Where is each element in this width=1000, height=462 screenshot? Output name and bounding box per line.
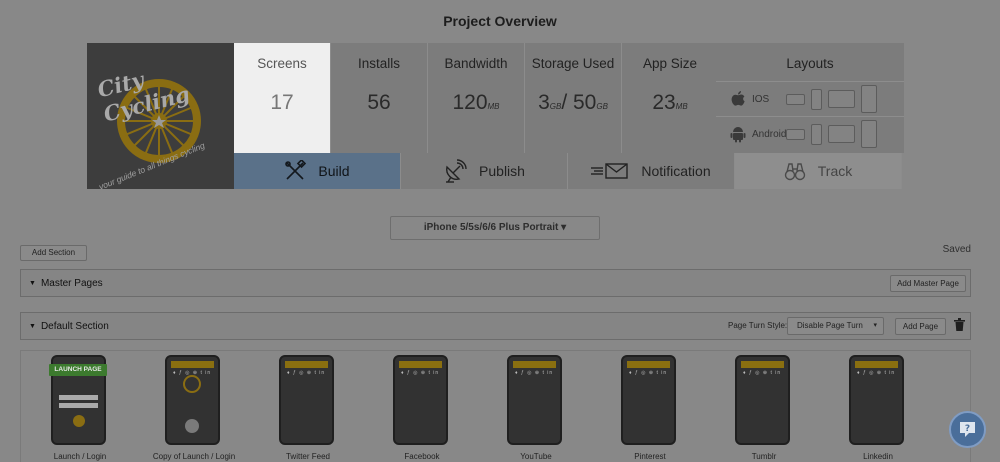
device-phone-landscape-icon[interactable] [786,128,805,140]
satellite-icon [443,159,467,183]
stat-value: 120MB [452,91,500,114]
tab-label: Notification [641,163,711,179]
screen-label: Tumblr [751,452,777,461]
screen-label: YouTube [520,452,552,461]
layouts-android-row[interactable]: Android [716,116,904,151]
apple-icon [731,91,745,106]
tab-label: Build [318,163,350,179]
stat-label: Bandwidth [444,56,508,71]
help-icon: ? [960,422,975,437]
add-page-button[interactable]: Add Page [895,318,946,335]
stat-bandwidth[interactable]: Bandwidth 120MB [428,43,525,153]
os-name-ios: IOS [752,93,770,105]
layouts-ios-row[interactable]: IOS [716,81,904,116]
device-tablet-landscape-icon[interactable] [828,90,855,108]
caret-down-icon: ▼ [29,279,36,287]
device-phone-portrait-icon[interactable] [811,88,822,110]
stat-value: 23MB [652,91,688,114]
stat-app-size[interactable]: App Size 23MB [622,43,719,153]
tab-publish[interactable]: Publish [401,153,568,189]
tab-build[interactable]: Build [234,153,401,189]
screen-label: Twitter Feed [285,452,330,461]
binoculars-icon [784,161,806,181]
stat-value: 3GB/ 50GB [538,91,608,114]
page-title: Project Overview [443,13,557,29]
screen-thumbnail[interactable]: ♦ ƒ ◎ ⊕ t in [393,355,448,445]
os-name-android: Android [752,128,787,140]
device-phone-portrait-icon[interactable] [811,123,822,145]
tab-label: Track [817,163,853,179]
screens-area [20,350,971,462]
trash-icon[interactable] [954,318,965,336]
page-turn-label: Page Turn Style: [728,321,788,330]
add-master-page-button[interactable]: Add Master Page [890,275,966,292]
screen-label: Linkedin [863,452,893,461]
screen-thumbnail[interactable]: ♦ ƒ ◎ ⊕ t in [849,355,904,445]
screen-thumbnail[interactable]: ♦ ƒ ◎ ⊕ t in [507,355,562,445]
screen-thumbnail[interactable]: ♦ ƒ ◎ ⊕ t in [279,355,334,445]
chevron-down-icon: ▾ [873,322,877,329]
envelope-icon [591,162,629,180]
layouts-title: Layouts [786,56,834,71]
device-tablet-portrait-icon[interactable] [861,120,877,148]
save-status: Saved [942,244,971,255]
app-logo: City Cycling your guide to all things cy… [87,43,234,189]
section-title: Default Section [40,320,109,332]
device-tablet-landscape-icon[interactable] [786,93,805,105]
stat-installs[interactable]: Installs 56 [331,43,428,153]
stat-label: Storage Used [531,56,615,71]
help-chat-button[interactable]: ? [949,411,986,448]
layouts-panel: Layouts IOS Android [716,43,904,153]
device-tablet-portrait-icon[interactable] [861,85,877,113]
screen-thumbnail[interactable]: ♦ ƒ ◎ ⊕ t in [165,355,220,445]
build-icon [284,160,307,182]
screen-label: Launch / Login [53,452,107,461]
stat-label: Installs [357,56,401,71]
screen-label: Copy of Launch / Login [152,452,236,461]
screen-label: Facebook [404,452,440,461]
device-tablet-landscape-icon[interactable] [828,125,855,143]
tab-label: Publish [479,163,525,179]
section-title: Master Pages [40,277,103,289]
device-select[interactable]: iPhone 5/5s/6/6 Plus Portrait ▾ [390,216,600,240]
tab-track[interactable]: Track [735,153,902,189]
screen-label: Pinterest [634,452,666,461]
svg-text:?: ? [965,424,970,434]
android-icon [730,127,746,143]
stats-row: Screens 17 Installs 56 Bandwidth 120MB S… [234,43,719,153]
caret-down-icon: ▼ [29,322,36,330]
tab-notification[interactable]: Notification [568,153,735,189]
page-turn-select[interactable]: Disable Page Turn ▾ [787,317,884,335]
stat-storage[interactable]: Storage Used 3GB/ 50GB [525,43,622,153]
master-pages-header[interactable]: ▼ Master Pages [20,269,971,297]
stat-value: 17 [270,91,294,114]
launch-page-badge: LAUNCH PAGE [49,364,107,376]
stat-screens[interactable]: Screens 17 [234,43,331,153]
stat-value: 56 [367,91,391,114]
main-tabs: Build Publish Notification Track [234,153,902,189]
stat-label: App Size [642,56,698,71]
stat-label: Screens [257,56,307,71]
screen-thumbnail[interactable]: ♦ ƒ ◎ ⊕ t in [735,355,790,445]
screen-thumbnail[interactable]: ♦ ƒ ◎ ⊕ t in [621,355,676,445]
